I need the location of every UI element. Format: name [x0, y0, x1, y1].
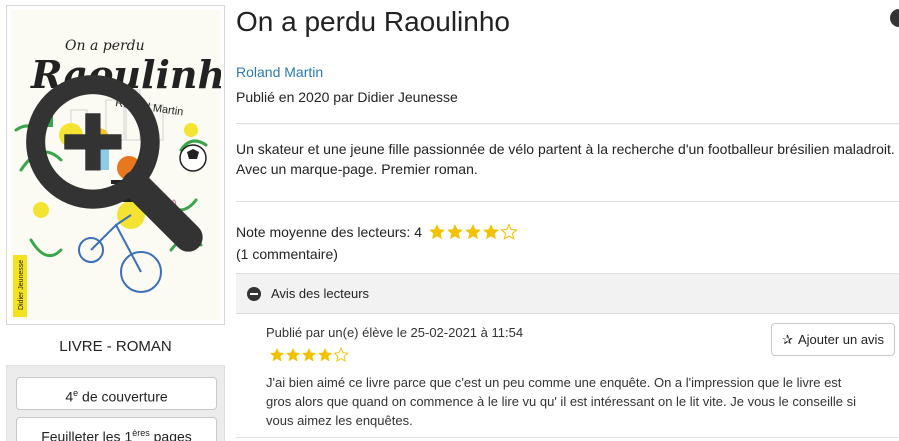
author-link[interactable]: Roland Martin	[236, 64, 323, 80]
star-filled-icon	[269, 347, 285, 362]
star-filled-icon	[301, 347, 317, 362]
browse-pages-button[interactable]: Feuilleter les 1ères pages	[16, 417, 217, 441]
book-summary: Un skateur et une jeune fille passionnée…	[236, 141, 895, 177]
star-filled-icon	[317, 347, 333, 362]
document-type-label: LIVRE - ROMAN	[59, 338, 172, 355]
divider	[236, 201, 899, 202]
average-rating-label: Note moyenne des lecteurs: 4	[236, 224, 422, 240]
review-stars	[269, 347, 349, 363]
star-edit-icon: ✰	[782, 331, 793, 347]
reviews-accordion-header[interactable]: Avis des lecteurs	[236, 274, 899, 314]
close-icon[interactable]	[890, 9, 899, 27]
star-filled-icon	[428, 223, 446, 240]
reviews-accordion: Avis des lecteurs Publié par un(e) élève…	[236, 273, 899, 441]
add-review-button[interactable]: ✰ Ajouter un avis	[771, 323, 895, 356]
publication-info: Publié en 2020 par Didier Jeunesse	[236, 89, 458, 105]
average-rating-stars	[428, 223, 518, 241]
side-actions-panel: 4e de couverture Feuilleter les 1ères pa…	[6, 365, 225, 441]
divider	[236, 437, 899, 438]
star-filled-icon	[446, 223, 464, 240]
star-empty-icon	[500, 223, 518, 240]
review-count: (1 commentaire)	[236, 246, 338, 262]
reviews-header-label: Avis des lecteurs	[271, 286, 370, 301]
star-filled-icon	[285, 347, 301, 362]
star-filled-icon	[464, 223, 482, 240]
review-meta: Publié par un(e) élève le 25-02-2021 à 1…	[266, 325, 524, 340]
review-text: J'ai bien aimé ce livre parce que c'est …	[266, 375, 856, 428]
book-cover-image[interactable]: On a perdu Raoulinho Roland Martin Didie…	[11, 10, 221, 320]
divider	[236, 123, 899, 124]
star-filled-icon	[482, 223, 500, 240]
zoom-icon[interactable]	[11, 10, 217, 316]
book-title: On a perdu Raoulinho	[236, 6, 510, 37]
average-rating: Note moyenne des lecteurs: 4	[236, 223, 518, 241]
back-cover-button[interactable]: 4e de couverture	[16, 377, 217, 410]
cover-frame: On a perdu Raoulinho Roland Martin Didie…	[6, 5, 225, 325]
star-empty-icon	[333, 347, 349, 362]
collapse-icon[interactable]	[247, 286, 261, 301]
